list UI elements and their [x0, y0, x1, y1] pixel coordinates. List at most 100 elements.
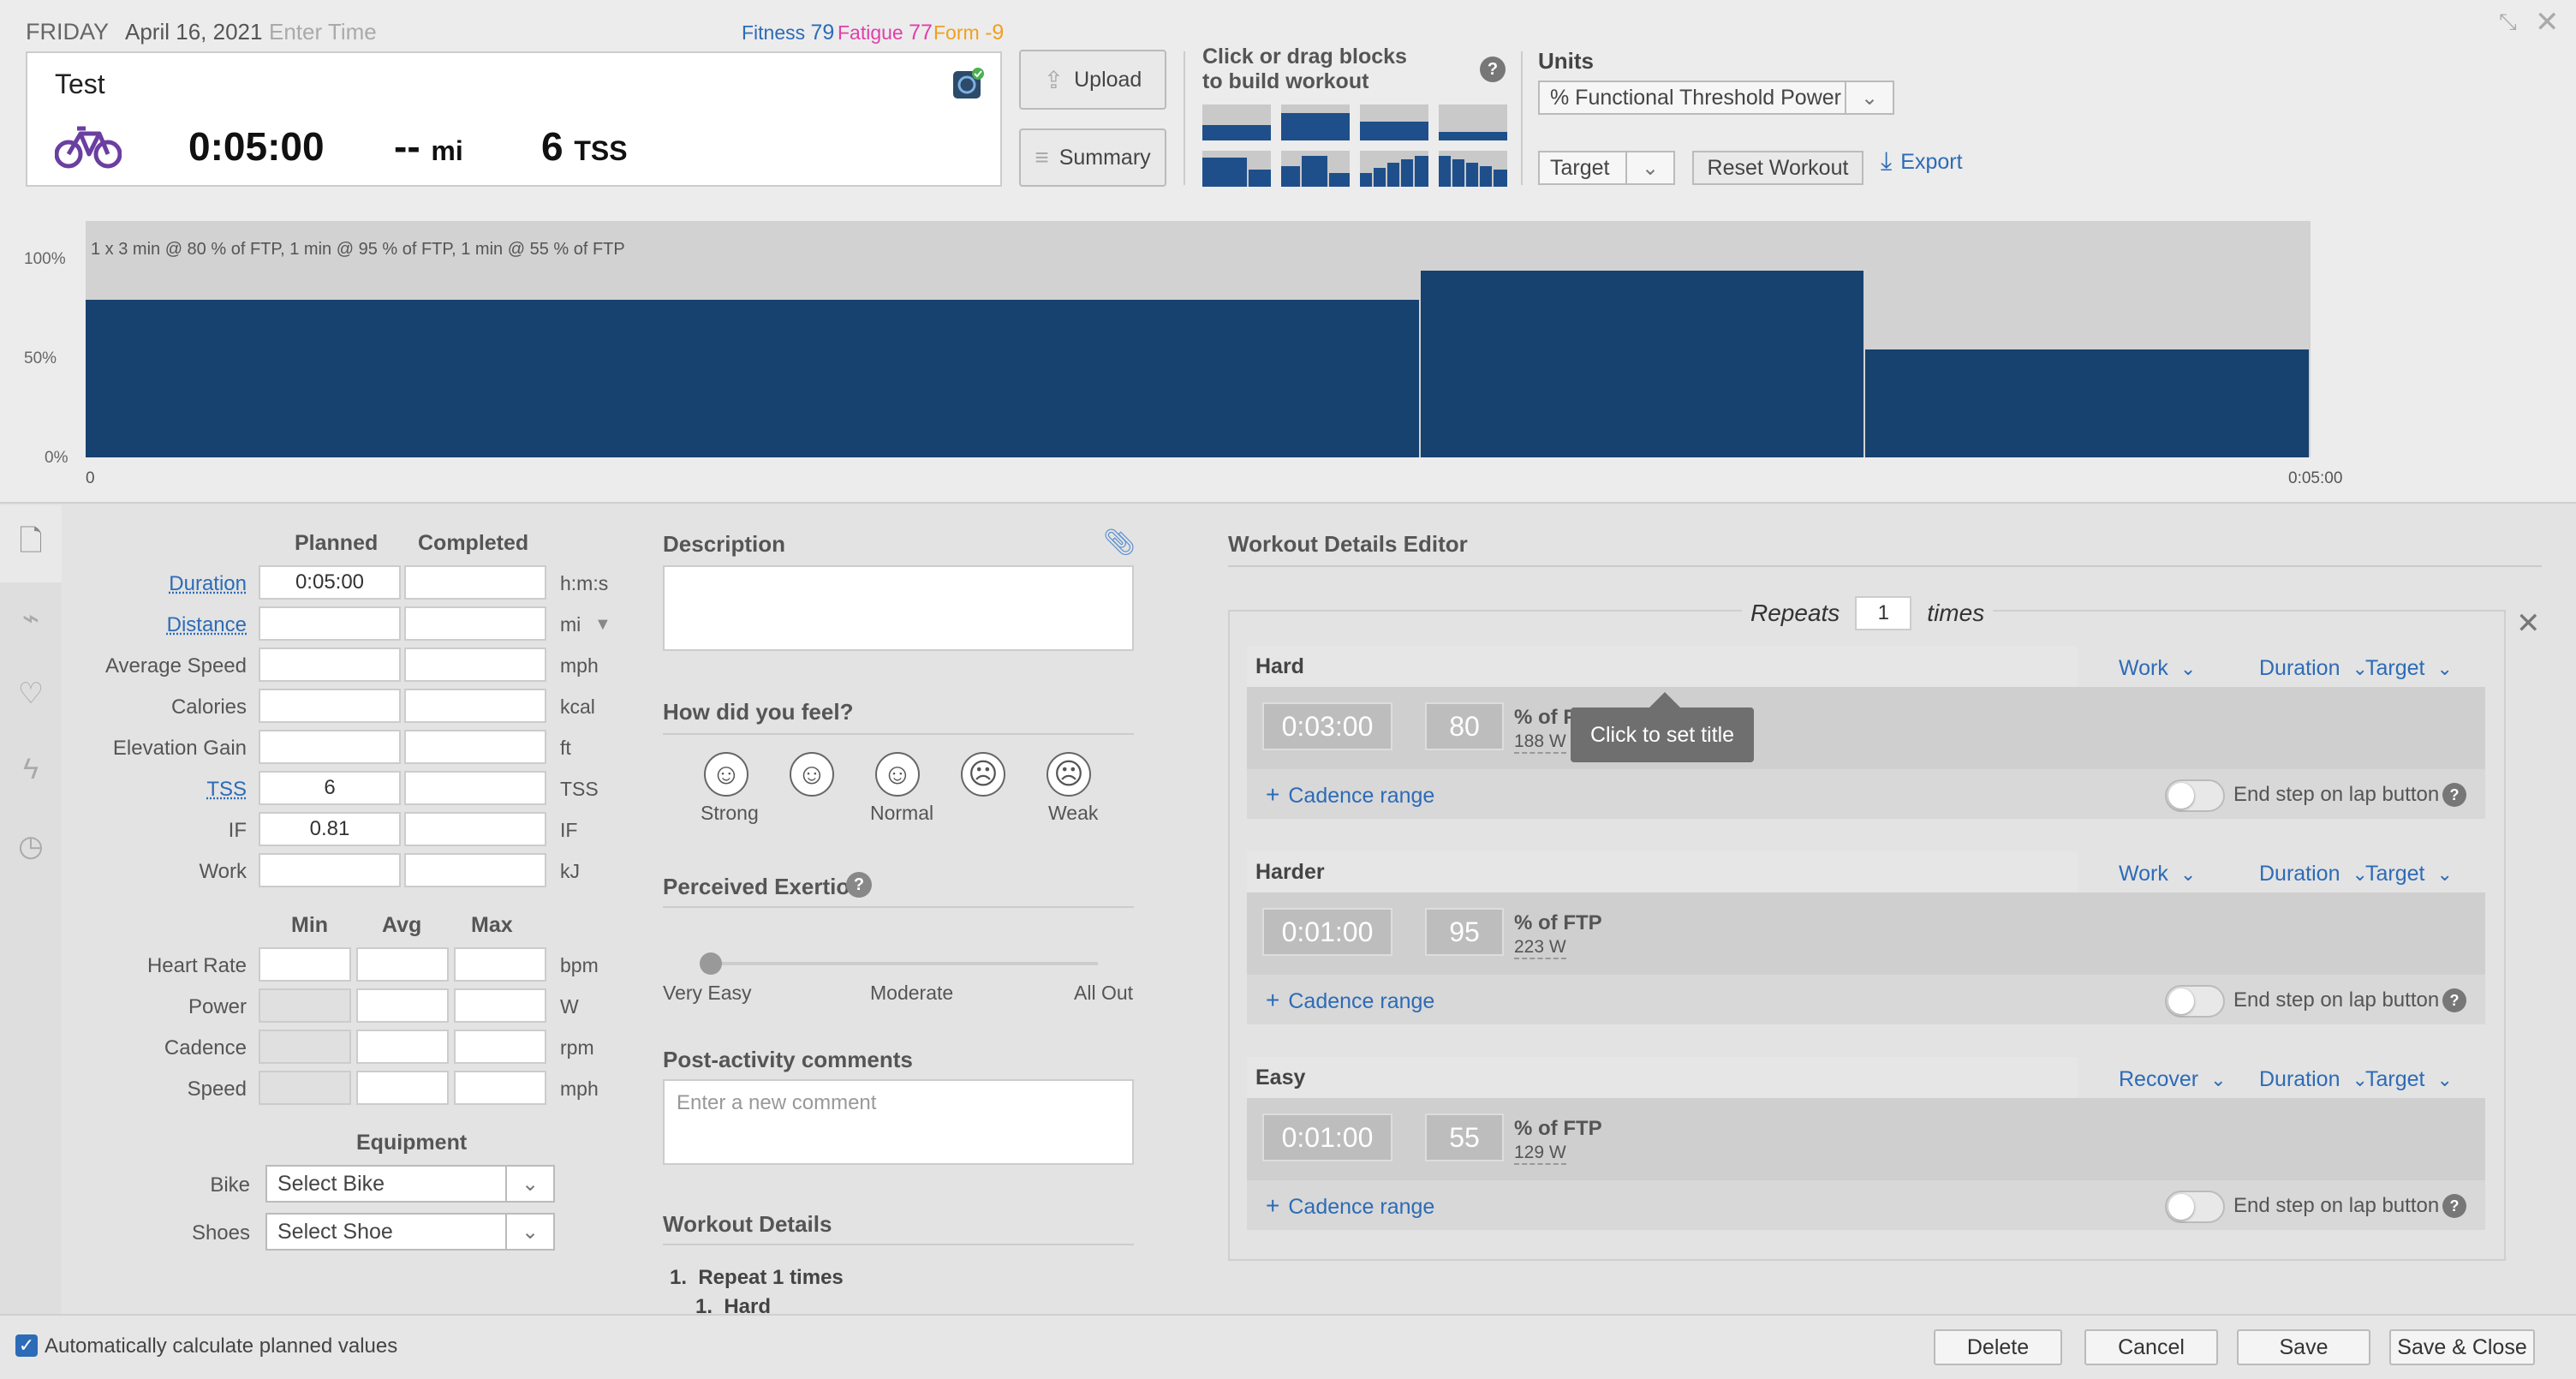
close-icon[interactable]: ✕: [2535, 5, 2560, 39]
save-close-button[interactable]: Save & Close: [2389, 1329, 2535, 1365]
exertion-slider-track[interactable]: [711, 962, 1098, 965]
step-intensity-input[interactable]: 80: [1425, 702, 1504, 750]
cadence-range-link[interactable]: + Cadence range: [1266, 1192, 1434, 1220]
minimize-icon[interactable]: ⤡: [2499, 9, 2517, 36]
completed-input[interactable]: [404, 812, 546, 846]
block-single-high[interactable]: [1281, 104, 1350, 140]
completed-input[interactable]: [404, 689, 546, 723]
target-type-select[interactable]: Target ⌄: [2365, 862, 2453, 886]
comment-input[interactable]: Enter a new comment: [663, 1079, 1134, 1165]
document-icon[interactable]: 🗋: [14, 525, 48, 562]
cadence-range-link[interactable]: + Cadence range: [1266, 987, 1434, 1014]
planned-input[interactable]: 6: [259, 771, 401, 805]
end-step-lap-toggle[interactable]: [2165, 1191, 2225, 1223]
planned-input[interactable]: 0:05:00: [259, 565, 401, 600]
save-button[interactable]: Save: [2237, 1329, 2370, 1365]
block-two-step[interactable]: [1202, 151, 1271, 187]
step-duration-input[interactable]: 0:01:00: [1262, 908, 1392, 956]
repeats-input[interactable]: 1: [1855, 596, 1912, 630]
stat-label[interactable]: Distance: [58, 613, 247, 637]
export-link[interactable]: ⤓ Export: [1881, 147, 1963, 176]
workout-title[interactable]: Test: [55, 69, 105, 100]
heart-icon[interactable]: ♡: [14, 677, 48, 711]
avg-input[interactable]: [356, 988, 449, 1023]
planned-input[interactable]: 0.81: [259, 812, 401, 846]
avg-input[interactable]: [356, 947, 449, 982]
end-step-help-icon[interactable]: ?: [2442, 988, 2466, 1012]
delete-button[interactable]: Delete: [1934, 1329, 2062, 1365]
exertion-slider-thumb[interactable]: [700, 952, 722, 975]
remove-repeat-close-icon[interactable]: ✕: [2516, 606, 2541, 641]
stat-label[interactable]: TSS: [58, 778, 247, 802]
step-type-select[interactable]: Work ⌄: [2119, 862, 2196, 886]
planned-input[interactable]: [259, 730, 401, 764]
step-type-select[interactable]: Recover ⌄: [2119, 1067, 2227, 1092]
block-single-low[interactable]: [1202, 104, 1271, 140]
duration-type-select[interactable]: Duration ⌄: [2259, 656, 2368, 681]
block-three-step[interactable]: [1281, 151, 1350, 187]
very-sad-face-icon[interactable]: ☹: [1046, 752, 1091, 797]
block-ramp-up[interactable]: [1360, 151, 1428, 187]
happy-face-icon[interactable]: ☺: [790, 752, 834, 797]
planned-input[interactable]: [259, 648, 401, 682]
exertion-help-icon[interactable]: ?: [846, 872, 872, 898]
step-intensity-input[interactable]: 55: [1425, 1113, 1504, 1161]
workout-step-bar[interactable]: [1420, 270, 1866, 457]
distance-unit-chevron-icon[interactable]: ▼: [594, 615, 611, 635]
bike-select[interactable]: Select Bike ⌄: [265, 1165, 555, 1203]
max-input[interactable]: [454, 1030, 546, 1064]
step-type-select[interactable]: Work ⌄: [2119, 656, 2196, 681]
completed-input[interactable]: [404, 853, 546, 887]
target-select[interactable]: Target ⌄: [1538, 151, 1675, 185]
cadence-range-link[interactable]: + Cadence range: [1266, 781, 1434, 809]
step-duration-input[interactable]: 0:01:00: [1262, 1113, 1392, 1161]
target-type-select[interactable]: Target ⌄: [2365, 1067, 2453, 1092]
paperclip-icon[interactable]: 📎︎: [1103, 528, 1136, 558]
completed-input[interactable]: [404, 648, 546, 682]
step-intensity-input[interactable]: 95: [1425, 908, 1504, 956]
completed-input[interactable]: [404, 730, 546, 764]
planned-input[interactable]: [259, 606, 401, 641]
min-input[interactable]: [259, 947, 351, 982]
units-select[interactable]: % Functional Threshold Power ⌄: [1538, 81, 1894, 115]
duration-type-select[interactable]: Duration ⌄: [2259, 862, 2368, 886]
auto-calc-checkbox[interactable]: ✓: [15, 1334, 38, 1357]
step-title[interactable]: Easy: [1247, 1057, 2078, 1098]
stat-label[interactable]: Duration: [58, 572, 247, 596]
planned-input[interactable]: [259, 689, 401, 723]
reset-workout-button[interactable]: Reset Workout: [1692, 151, 1863, 185]
step-title[interactable]: Harder: [1247, 851, 2078, 892]
very-happy-face-icon[interactable]: ☺: [704, 752, 748, 797]
end-step-lap-toggle[interactable]: [2165, 779, 2225, 812]
device-sync-icon[interactable]: [951, 67, 985, 101]
avg-input[interactable]: [356, 1071, 449, 1105]
planned-input[interactable]: [259, 853, 401, 887]
description-input[interactable]: [663, 565, 1134, 651]
time-input[interactable]: Enter Time: [269, 19, 377, 45]
completed-input[interactable]: [404, 771, 546, 805]
avg-input[interactable]: [356, 1030, 449, 1064]
block-single-mid[interactable]: [1360, 104, 1428, 140]
neutral-face-icon[interactable]: ☺: [875, 752, 920, 797]
step-title[interactable]: Hard: [1247, 646, 2078, 687]
completed-input[interactable]: [404, 606, 546, 641]
sad-face-icon[interactable]: ☹: [961, 752, 1005, 797]
duration-type-select[interactable]: Duration ⌄: [2259, 1067, 2368, 1092]
cancel-button[interactable]: Cancel: [2084, 1329, 2218, 1365]
target-type-select[interactable]: Target ⌄: [2365, 656, 2453, 681]
summary-button[interactable]: ≡ Summary: [1019, 128, 1166, 187]
step-duration-input[interactable]: 0:03:00: [1262, 702, 1392, 750]
workout-step-bar[interactable]: [86, 300, 1421, 457]
workout-step-bar[interactable]: [1865, 349, 2311, 457]
max-input[interactable]: [454, 988, 546, 1023]
builder-help-icon[interactable]: ?: [1480, 57, 1506, 82]
max-input[interactable]: [454, 947, 546, 982]
chart-icon[interactable]: ⌁: [14, 601, 48, 636]
shoes-select[interactable]: Select Shoe ⌄: [265, 1213, 555, 1251]
end-step-lap-toggle[interactable]: [2165, 985, 2225, 1018]
end-step-help-icon[interactable]: ?: [2442, 1194, 2466, 1218]
block-single-recovery[interactable]: [1439, 104, 1507, 140]
max-input[interactable]: [454, 1071, 546, 1105]
lightning-icon[interactable]: ϟ: [14, 752, 48, 786]
clock-icon[interactable]: ◷: [14, 829, 48, 863]
